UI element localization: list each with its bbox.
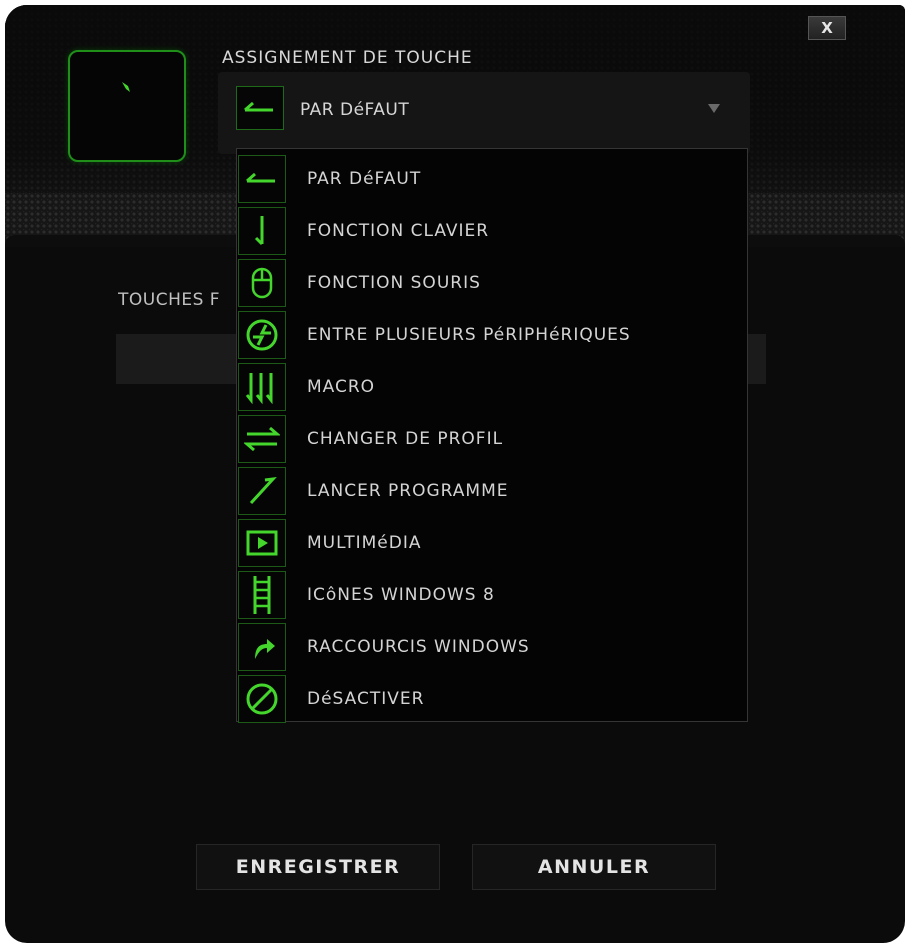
item-icon-box <box>238 519 286 567</box>
item-icon-box <box>238 675 286 723</box>
multimedia-icon <box>246 530 278 556</box>
dropdown-item-windows-shortcuts[interactable]: RACCOURCIS WINDOWS <box>237 621 747 673</box>
mouse-icon <box>251 267 273 299</box>
item-icon-box <box>238 415 286 463</box>
item-icon-box <box>238 207 286 255</box>
assignment-select[interactable] <box>218 72 750 154</box>
dropdown-item-label: MACRO <box>307 377 376 397</box>
dropdown-item-label: RACCOURCIS WINDOWS <box>307 637 530 657</box>
dropdown-item-label: FONCTION SOURIS <box>307 273 481 293</box>
dropdown-item-label: MULTIMéDIA <box>307 533 422 553</box>
launch-program-icon <box>249 477 277 505</box>
windows-shortcut-icon <box>255 639 275 659</box>
dropdown-item-launch-program[interactable]: LANCER PROGRAMME <box>237 465 747 517</box>
dropdown-item-label: LANCER PROGRAMME <box>307 481 509 501</box>
item-icon-box <box>238 259 286 307</box>
dropdown-item-disable[interactable]: DéSACTIVER <box>237 673 747 725</box>
chevron-down-icon[interactable] <box>708 104 720 113</box>
assignment-dropdown-list: PAR DéFAUT FONCTION CLAVIER FONCTION SOU… <box>236 148 748 725</box>
sub-section-label: TOUCHES F <box>118 290 221 310</box>
dropdown-item-label: DéSACTIVER <box>307 689 425 709</box>
cancel-button[interactable]: ANNULER <box>472 844 716 890</box>
item-icon-box <box>238 467 286 515</box>
switch-profile-icon <box>244 426 280 452</box>
dropdown-item-inter-device[interactable]: ENTRE PLUSIEURS PéRIPHéRIQUES <box>237 309 747 361</box>
inter-device-icon <box>246 319 278 351</box>
dropdown-item-label: ENTRE PLUSIEURS PéRIPHéRIQUES <box>307 325 631 345</box>
dropdown-item-macro[interactable]: MACRO <box>237 361 747 413</box>
key-preview <box>68 50 186 162</box>
section-title: ASSIGNEMENT DE TOUCHE <box>222 48 473 68</box>
arrow-down-icon <box>254 216 264 246</box>
item-icon-box <box>238 311 286 359</box>
dropdown-item-label: CHANGER DE PROFIL <box>307 429 504 449</box>
dropdown-item-label: FONCTION CLAVIER <box>307 221 490 241</box>
arrow-left-icon <box>246 172 275 183</box>
item-icon-box <box>238 571 286 619</box>
windows8-charms-icon <box>253 576 271 614</box>
dropdown-item-label: PAR DéFAUT <box>307 169 422 189</box>
dropdown-item-label: ICôNES WINDOWS 8 <box>307 585 495 605</box>
macro-icon <box>245 373 273 404</box>
select-value: PAR DéFAUT <box>300 100 410 120</box>
select-current-icon-box <box>236 86 284 130</box>
close-button[interactable]: X <box>808 16 846 40</box>
save-button[interactable]: ENREGISTRER <box>196 844 440 890</box>
item-icon-box <box>238 623 286 671</box>
dropdown-item-mouse-function[interactable]: FONCTION SOURIS <box>237 257 747 309</box>
key-highlight-icon <box>122 82 130 92</box>
arrow-left-icon <box>244 101 273 112</box>
dropdown-item-keyboard-function[interactable]: FONCTION CLAVIER <box>237 205 747 257</box>
item-icon-box <box>238 155 286 203</box>
dropdown-item-windows8-charms[interactable]: ICôNES WINDOWS 8 <box>237 569 747 621</box>
disable-icon <box>246 683 278 715</box>
dropdown-item-multimedia[interactable]: MULTIMéDIA <box>237 517 747 569</box>
dropdown-item-switch-profile[interactable]: CHANGER DE PROFIL <box>237 413 747 465</box>
item-icon-box <box>238 363 286 411</box>
dropdown-item-default[interactable]: PAR DéFAUT <box>237 153 747 205</box>
